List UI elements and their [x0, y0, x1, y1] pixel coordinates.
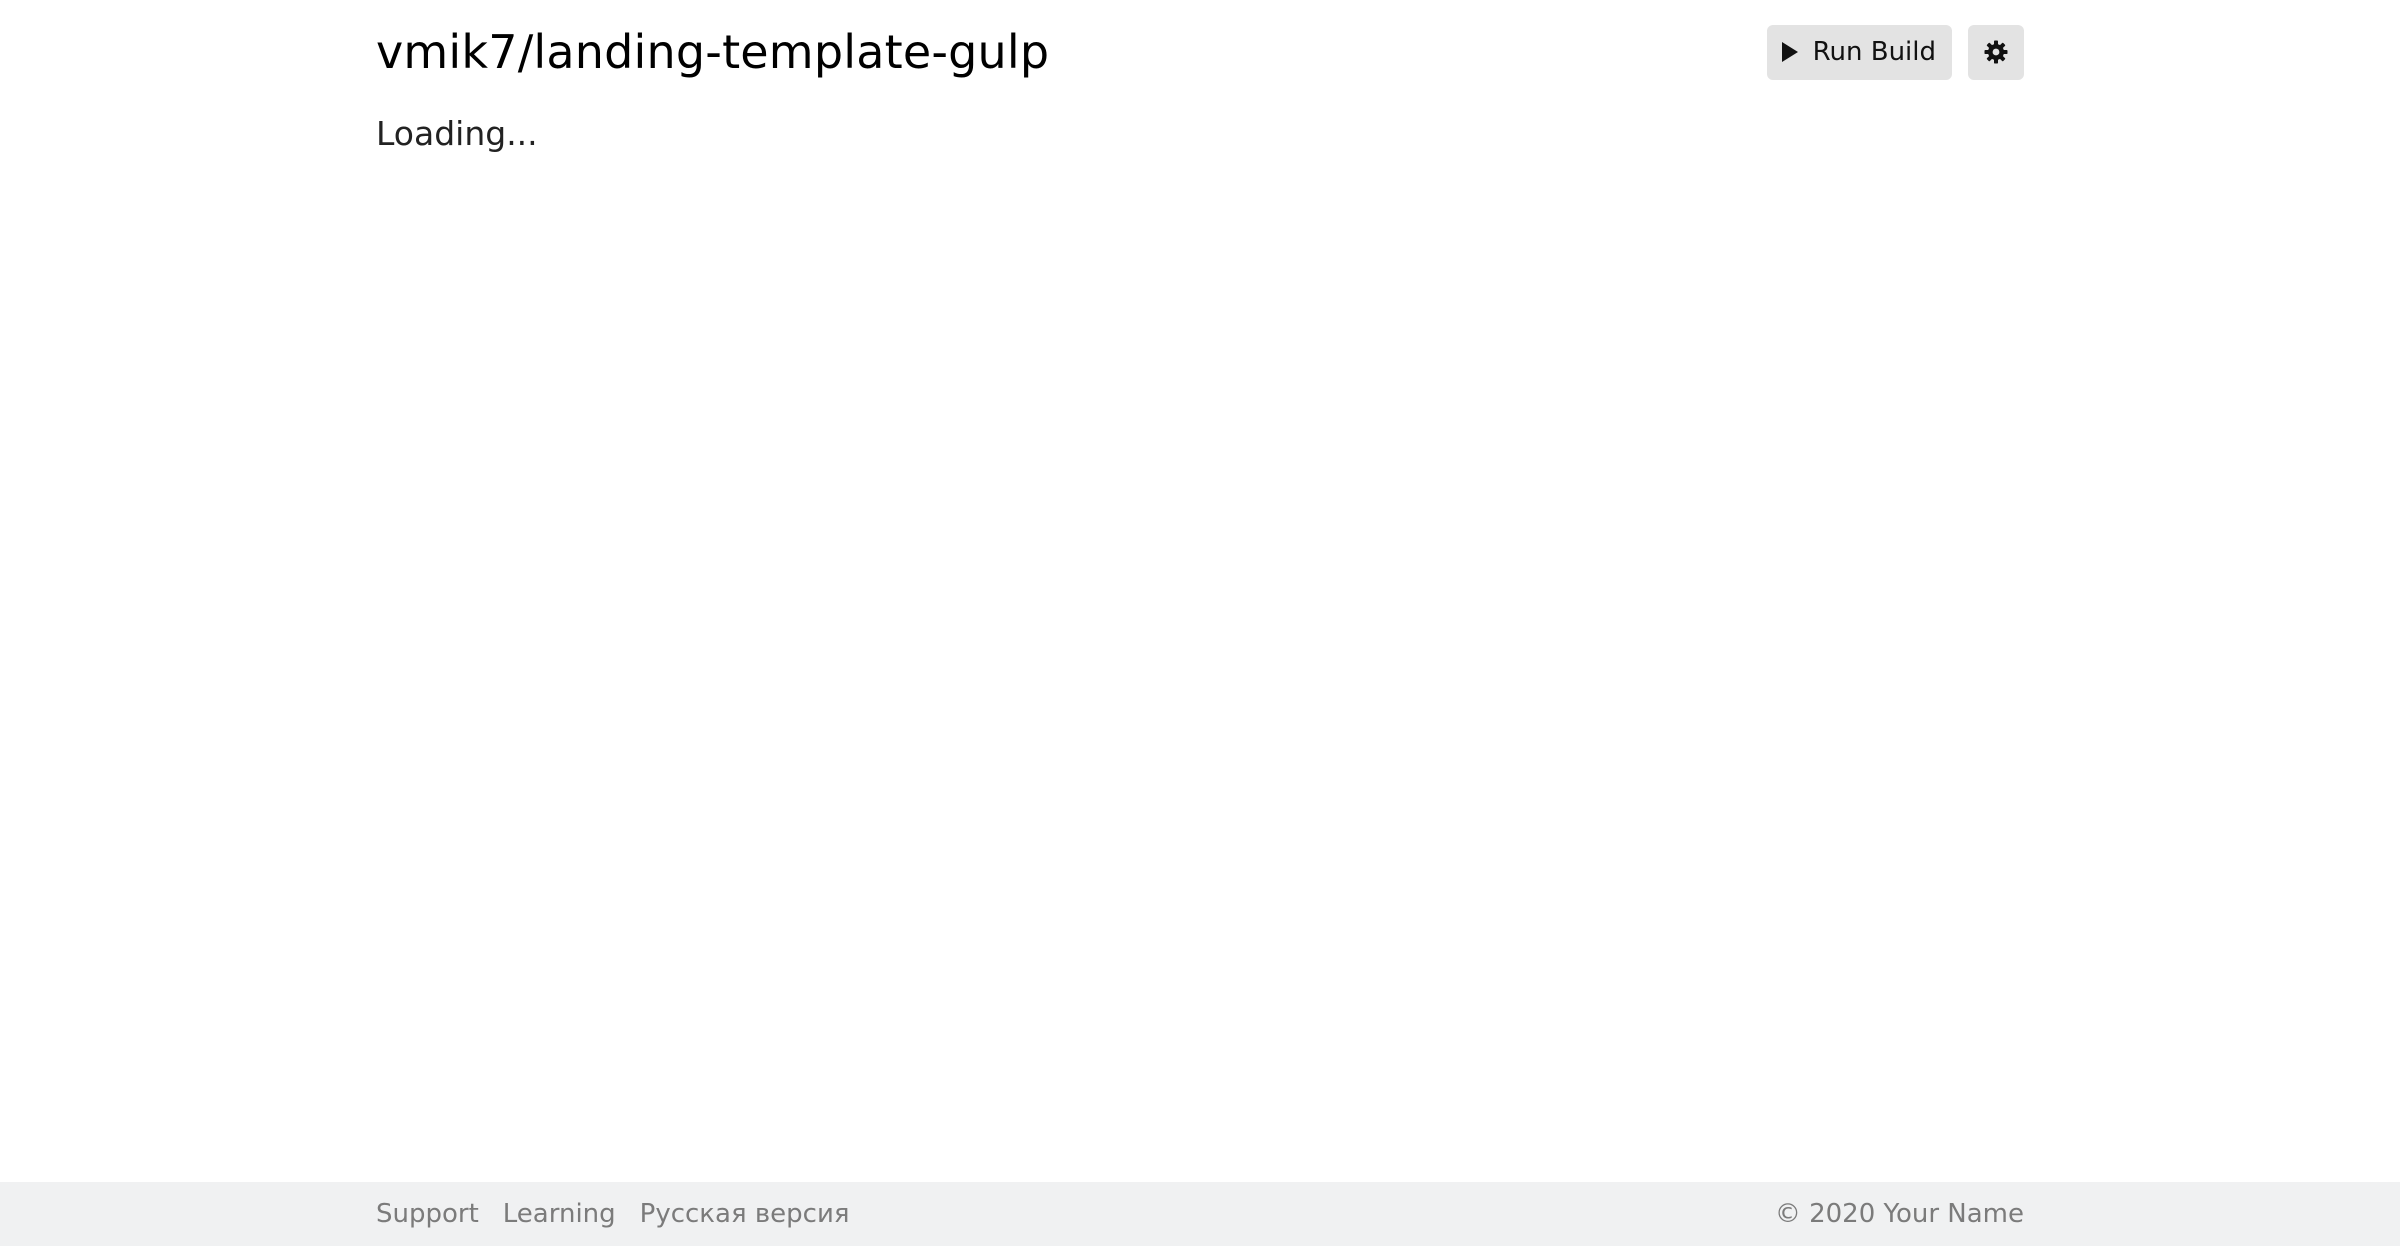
footer-link-russian-version[interactable]: Русская версия	[640, 1199, 850, 1229]
footer-inner: Support Learning Русская версия © 2020 Y…	[376, 1182, 2024, 1246]
footer-link-learning[interactable]: Learning	[503, 1199, 616, 1229]
page-title: vmik7/landing-template-gulp	[376, 25, 1050, 79]
page: vmik7/landing-template-gulp Run Build Lo…	[0, 0, 2400, 1246]
footer-link-support[interactable]: Support	[376, 1199, 479, 1229]
header-actions: Run Build	[1766, 24, 2024, 80]
run-build-button[interactable]: Run Build	[1766, 24, 1952, 80]
run-build-label: Run Build	[1812, 37, 1936, 67]
footer-links: Support Learning Русская версия	[376, 1199, 850, 1229]
header: vmik7/landing-template-gulp Run Build	[376, 20, 2024, 84]
gear-icon	[1984, 40, 2008, 64]
copyright-text: © 2020 Your Name	[1774, 1199, 2024, 1229]
loading-status: Loading...	[376, 114, 538, 153]
play-icon	[1781, 41, 1799, 63]
settings-button[interactable]	[1968, 24, 2024, 80]
footer: Support Learning Русская версия © 2020 Y…	[0, 1182, 2400, 1246]
